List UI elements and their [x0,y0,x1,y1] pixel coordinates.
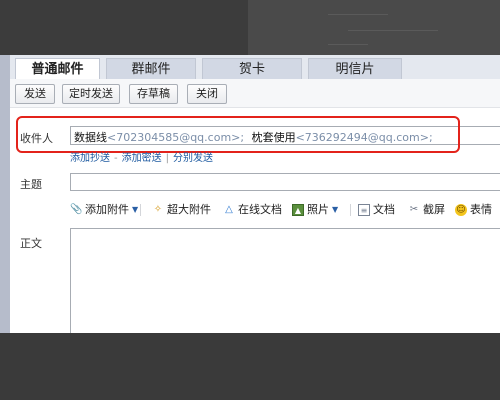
separate-send-link[interactable]: 分别发送 [173,153,213,164]
link-separator: | [165,153,169,164]
add-attachment-label: 添加附件 [85,203,129,216]
compose-window: 普通邮件 群邮件 贺卡 明信片 发送 定时发送 存草稿 关闭 收件人 数据线<7… [0,55,500,333]
divider [140,204,141,216]
divider [350,204,351,216]
photo-button[interactable]: ▲ 照片 ▼ [292,200,338,220]
body-label: 正文 [20,237,42,250]
emoji-icon: ☺ [455,204,467,216]
chevron-down-icon[interactable]: ▼ [132,200,138,220]
document-label: 文档 [373,203,395,216]
save-draft-button[interactable]: 存草稿 [129,84,178,104]
background-window-strip [248,0,500,55]
scheduled-send-button[interactable]: 定时发送 [62,84,120,104]
photo-label: 照片 [307,203,329,216]
left-rail [0,55,10,333]
close-button[interactable]: 关闭 [187,84,227,104]
screenshot-label: 截屏 [423,203,445,216]
red-highlight-box [16,116,460,153]
chevron-down-icon[interactable]: ▼ [332,200,338,220]
screenshot-button[interactable]: ✂ 截屏 [408,200,445,220]
big-attachment-button[interactable]: ✧ 超大附件 [152,200,211,220]
subject-label: 主题 [20,178,42,191]
recipient-options: 添加抄送 - 添加密送 | 分别发送 [70,149,213,164]
compose-toolbar: 发送 定时发送 存草稿 关闭 [10,79,500,108]
send-button[interactable]: 发送 [15,84,55,104]
compose-tabs: 普通邮件 群邮件 贺卡 明信片 [10,55,500,80]
subject-input[interactable] [70,173,500,191]
document-icon: ≡ [358,204,370,216]
big-attachment-label: 超大附件 [167,203,211,216]
add-cc-link[interactable]: 添加抄送 [70,153,110,164]
photo-icon: ▲ [292,204,304,216]
emoji-button[interactable]: ☺ 表情 [455,200,492,220]
tab-greeting-card[interactable]: 贺卡 [202,58,302,79]
emoji-label: 表情 [470,203,492,216]
document-button[interactable]: ≡ 文档 [358,200,395,220]
online-doc-button[interactable]: △ 在线文档 [223,200,282,220]
tab-group-mail[interactable]: 群邮件 [106,58,196,79]
online-doc-icon: △ [225,204,233,215]
tab-normal-mail[interactable]: 普通邮件 [15,58,100,80]
add-bcc-link[interactable]: 添加密送 [122,153,162,164]
add-attachment-button[interactable]: 📎 添加附件 ▼ [70,200,138,220]
big-attachment-icon: ✧ [153,204,163,215]
online-doc-label: 在线文档 [238,203,282,216]
paperclip-icon: 📎 [70,204,83,215]
screenshot-icon: ✂ [409,204,419,215]
link-separator: - [114,153,118,164]
tab-postcard[interactable]: 明信片 [308,58,402,79]
body-editor[interactable] [70,228,500,333]
background-bottom [0,333,500,400]
